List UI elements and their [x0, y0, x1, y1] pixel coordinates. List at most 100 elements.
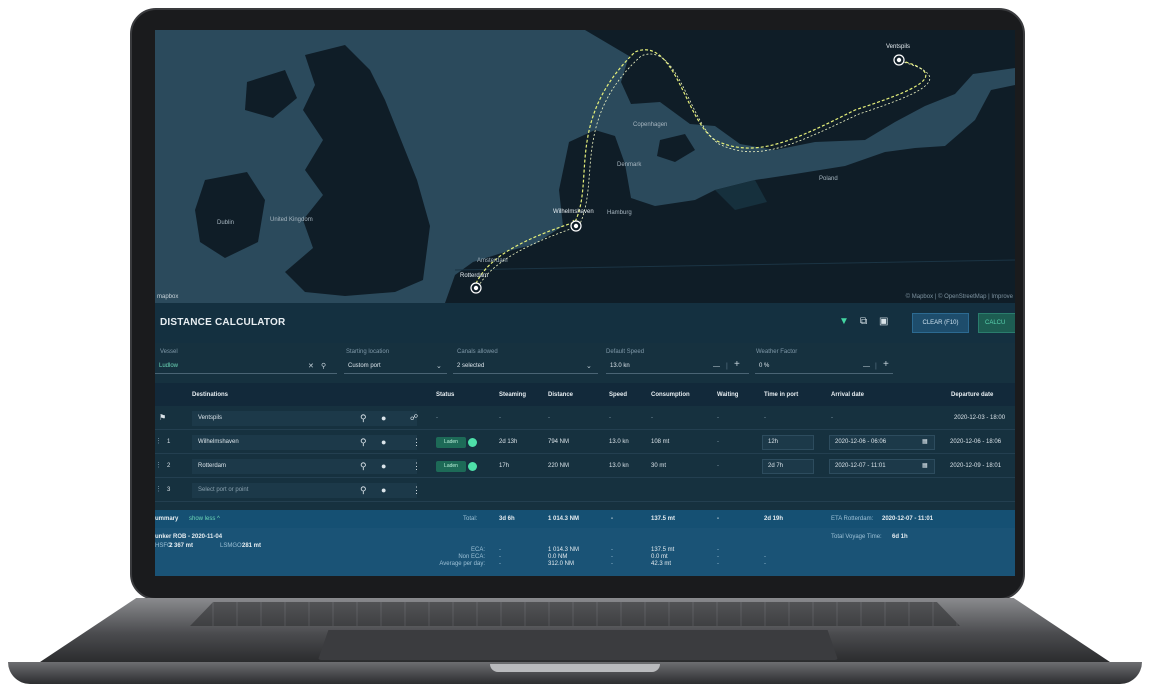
- avg-consumption: 42.3 mt: [651, 561, 672, 567]
- col-time-in-port: Time in port: [764, 392, 799, 398]
- location-pin-icon[interactable]: ●: [381, 412, 386, 424]
- image-icon[interactable]: ▣: [879, 316, 888, 327]
- search-icon[interactable]: ⚲: [360, 412, 367, 424]
- plus-icon[interactable]: +: [883, 357, 889, 372]
- time-in-port-input[interactable]: 12h: [762, 435, 814, 450]
- search-icon[interactable]: ⚲: [360, 484, 367, 496]
- default-speed-label: Default Speed: [606, 349, 645, 355]
- drag-handle-icon[interactable]: ⋮: [155, 484, 162, 496]
- location-pin-icon[interactable]: ●: [381, 484, 386, 496]
- clear-icon[interactable]: ✕: [308, 359, 314, 374]
- avg-waiting: -: [717, 561, 719, 567]
- search-icon[interactable]: ⚲: [321, 359, 326, 374]
- row-number: 1: [167, 439, 171, 445]
- default-speed-value: 13.0 kn: [610, 363, 630, 369]
- more-options-icon[interactable]: ⋮: [412, 460, 421, 472]
- map-label-amsterdam: Amsterdam: [477, 258, 508, 264]
- table-row: ⚑ Ventspils ⚲ ● ☍ - - - - - - - - 2020-1…: [155, 407, 1015, 430]
- eta-value: 2020-12-07 - 11:01: [882, 516, 934, 522]
- arrival-date-input[interactable]: 2020-12-06 - 06:06 ▦: [829, 435, 935, 450]
- status-toggle[interactable]: Laden: [436, 461, 478, 472]
- col-destinations: Destinations: [192, 392, 229, 398]
- mapbox-logo[interactable]: mapbox: [157, 294, 178, 300]
- chevron-down-icon: ⌄: [436, 363, 442, 370]
- avg-steaming: -: [499, 561, 501, 567]
- location-pin-icon[interactable]: ●: [381, 460, 386, 472]
- default-speed-stepper[interactable]: 13.0 kn — | +: [606, 359, 749, 374]
- speed-value: 13.0 kn: [609, 463, 629, 469]
- average-per-day-label: Average per day:: [439, 561, 485, 567]
- status-dot-icon: [468, 462, 477, 471]
- calendar-icon[interactable]: ▦: [922, 460, 928, 473]
- plus-icon[interactable]: +: [734, 357, 740, 372]
- pin-rotterdam-icon[interactable]: [470, 282, 482, 294]
- more-options-icon[interactable]: ⋮: [412, 484, 421, 496]
- chevron-down-icon: ⌄: [586, 363, 592, 370]
- divider: |: [726, 363, 728, 370]
- starting-location-value: Custom port: [348, 363, 381, 369]
- filter-icon[interactable]: ▼: [839, 316, 849, 327]
- calendar-icon[interactable]: ▦: [922, 436, 928, 449]
- canals-select[interactable]: 2 selected ⌄: [453, 359, 598, 374]
- status-toggle[interactable]: Laden: [436, 437, 478, 448]
- minus-icon[interactable]: —: [713, 359, 720, 374]
- col-consumption: Consumption: [651, 392, 690, 398]
- app-screen: Ventspils Wilhelmshaven Hamburg Rotterda…: [155, 30, 1015, 576]
- lsmgo-value: 281 mt: [242, 543, 262, 549]
- copy-icon[interactable]: ⧉: [860, 316, 867, 327]
- divider: |: [875, 363, 877, 370]
- waiting-value: -: [717, 415, 719, 421]
- pin-ventspils-icon[interactable]: [893, 54, 905, 66]
- arrival-date-input[interactable]: 2020-12-07 - 11:01 ▦: [829, 459, 935, 474]
- status-badge: Laden: [436, 437, 466, 448]
- non-eca-steaming: -: [499, 554, 501, 560]
- arrival-value: -: [831, 415, 833, 421]
- drag-handle-icon[interactable]: ⋮: [155, 436, 162, 448]
- map-attribution[interactable]: © Mapbox | © OpenStreetMap | Improve: [906, 294, 1013, 300]
- pin-wilhelmshaven-icon[interactable]: [570, 220, 582, 232]
- bunker-title: unker ROB - 2020-11-04: [155, 534, 223, 540]
- table-row: ⋮ 2 Rotterdam ⚲ ● ⋮ Laden 17h 220 NM 13.…: [155, 455, 1015, 478]
- calculate-button[interactable]: CALCU: [978, 313, 1015, 333]
- lock-icon[interactable]: ☍: [410, 412, 418, 424]
- total-distance: 1 014.3 NM: [548, 516, 580, 522]
- drag-handle-icon[interactable]: ⋮: [155, 460, 162, 472]
- destination-value: Wilhelmshaven: [198, 439, 239, 445]
- route-map[interactable]: Ventspils Wilhelmshaven Hamburg Rotterda…: [155, 30, 1015, 303]
- col-steaming: Steaming: [499, 392, 527, 398]
- hsfo-value: 2 367 mt: [169, 543, 194, 549]
- clear-button[interactable]: CLEAR (F10): [912, 313, 969, 333]
- eca-distance: 1 014.3 NM: [548, 547, 580, 553]
- vessel-field[interactable]: Ludlow ✕ ⚲: [155, 359, 337, 374]
- more-options-icon[interactable]: ⋮: [412, 436, 421, 448]
- destinations-table-header: Destinations Status Steaming Distance Sp…: [155, 383, 1015, 406]
- eca-speed: -: [611, 547, 613, 553]
- eca-waiting: -: [717, 547, 719, 553]
- arrival-value: 2020-12-06 - 06:06: [835, 439, 887, 445]
- location-pin-icon[interactable]: ●: [381, 436, 386, 448]
- col-waiting: Waiting: [717, 392, 739, 398]
- laptop-notch: [490, 664, 660, 672]
- show-less-link[interactable]: show less ^: [189, 516, 220, 522]
- map-label-poland: Poland: [819, 176, 838, 182]
- distance-value: 220 NM: [548, 463, 570, 469]
- table-row: ⋮ 1 Wilhelmshaven ⚲ ● ⋮ Laden 2d 13h 794…: [155, 431, 1015, 454]
- departure-value: 2020-12-03 - 18:00: [954, 415, 1006, 421]
- steaming-value: 2d 13h: [499, 439, 518, 445]
- starting-location-select[interactable]: Custom port ⌄: [344, 359, 447, 374]
- minus-icon[interactable]: —: [863, 359, 870, 374]
- waiting-value: -: [717, 439, 719, 445]
- time-in-port-input[interactable]: 2d 7h: [762, 459, 814, 474]
- total-consumption: 137.5 mt: [651, 516, 676, 522]
- search-icon[interactable]: ⚲: [360, 460, 367, 472]
- lsmgo-label: LSMGO:: [220, 543, 244, 549]
- departure-value: 2020-12-09 - 18:01: [950, 463, 1002, 469]
- status-badge: Laden: [436, 461, 466, 472]
- canals-value: 2 selected: [457, 363, 485, 369]
- vessel-label: Vessel: [160, 349, 178, 355]
- search-icon[interactable]: ⚲: [360, 436, 367, 448]
- non-eca-speed: -: [611, 554, 613, 560]
- non-eca-waiting: -: [717, 554, 719, 560]
- weather-factor-stepper[interactable]: 0 % — | +: [755, 359, 893, 374]
- map-label-copenhagen: Copenhagen: [633, 122, 668, 128]
